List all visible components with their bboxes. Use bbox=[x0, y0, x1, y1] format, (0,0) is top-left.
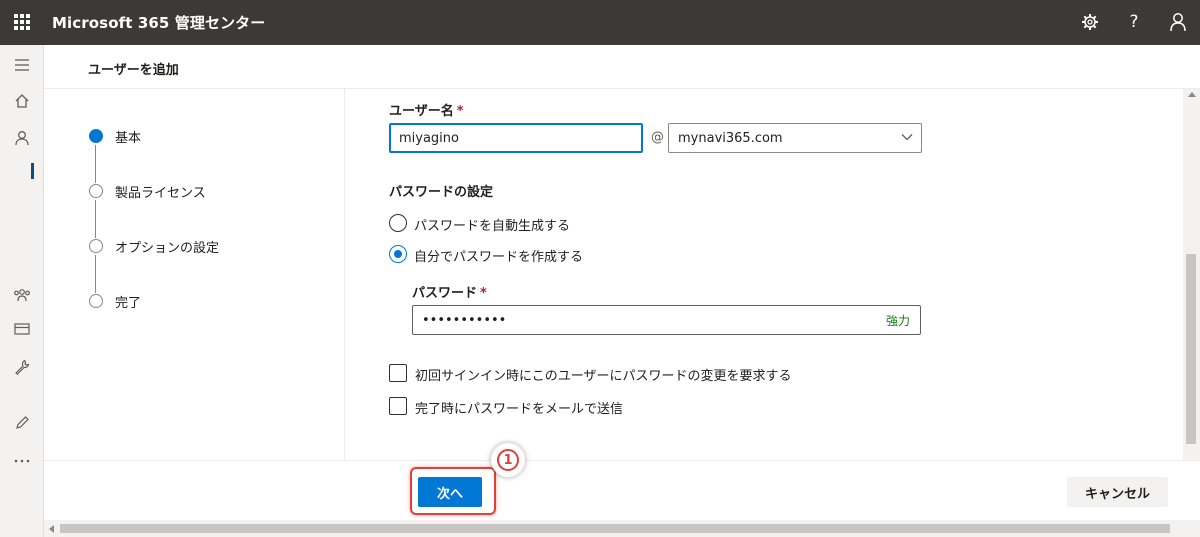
password-label: パスワード * bbox=[412, 286, 487, 301]
top-bar: Microsoft 365 管理センター ? bbox=[0, 0, 1200, 45]
billing-icon[interactable] bbox=[12, 319, 32, 339]
step-label: オプションの設定 bbox=[115, 241, 220, 256]
user-icon[interactable] bbox=[12, 128, 32, 148]
domain-dropdown[interactable]: mynavi365.com bbox=[668, 123, 922, 153]
username-input[interactable]: miyagino bbox=[389, 123, 643, 153]
password-value: ••••••••••• bbox=[422, 312, 507, 328]
checkbox[interactable] bbox=[389, 397, 407, 415]
step-dot bbox=[89, 184, 103, 198]
checkbox-email-password[interactable]: 完了時にパスワードをメールで送信 bbox=[389, 397, 889, 417]
more-icon[interactable] bbox=[12, 451, 32, 471]
step-connector bbox=[95, 145, 96, 183]
step-dot bbox=[89, 239, 103, 253]
password-strength: 強力 bbox=[885, 314, 910, 328]
chevron-down-icon bbox=[901, 130, 913, 144]
step-label: 製品ライセンス bbox=[115, 186, 206, 201]
horizontal-scrollbar[interactable] bbox=[44, 520, 1200, 537]
waffle-icon[interactable] bbox=[14, 14, 30, 30]
checkbox-label: 完了時にパスワードをメールで送信 bbox=[415, 402, 624, 417]
password-settings-title: パスワードの設定 bbox=[389, 185, 494, 200]
horizontal-scroll-thumb[interactable] bbox=[60, 524, 1170, 533]
cancel-button[interactable]: キャンセル bbox=[1067, 477, 1168, 507]
required-marker: * bbox=[456, 104, 464, 119]
step-connector bbox=[95, 255, 96, 293]
annotation-callout: 1 bbox=[491, 443, 525, 477]
radio-create-own[interactable]: 自分でパスワードを作成する bbox=[389, 244, 689, 265]
step-options[interactable]: オプションの設定 bbox=[86, 236, 326, 256]
step-connector bbox=[95, 200, 96, 238]
home-icon[interactable] bbox=[12, 91, 32, 111]
domain-value: mynavi365.com bbox=[678, 130, 783, 146]
step-dot bbox=[89, 294, 103, 308]
checkbox-require-change[interactable]: 初回サインイン時にこのユーザーにパスワードの変更を要求する bbox=[389, 364, 889, 384]
radio-label: 自分でパスワードを作成する bbox=[414, 250, 584, 265]
left-nav-rail bbox=[0, 45, 44, 537]
checkbox-label: 初回サインイン時にこのユーザーにパスワードの変更を要求する bbox=[415, 369, 792, 384]
app-title[interactable]: Microsoft 365 管理センター bbox=[52, 12, 265, 33]
step-licenses[interactable]: 製品ライセンス bbox=[86, 181, 326, 201]
scroll-up-arrow-icon[interactable] bbox=[1188, 92, 1196, 97]
hamburger-icon[interactable] bbox=[12, 55, 32, 75]
radio-auto-generate[interactable]: パスワードを自動生成する bbox=[389, 213, 689, 234]
annotation-highlight-box bbox=[410, 467, 496, 515]
scroll-left-arrow-icon[interactable] bbox=[49, 525, 54, 533]
step-dot-active bbox=[89, 129, 103, 143]
password-input[interactable]: ••••••••••• 強力 bbox=[412, 305, 921, 335]
radio-button-checked[interactable] bbox=[389, 245, 407, 263]
footer-divider bbox=[44, 460, 1200, 461]
pencil-icon[interactable] bbox=[12, 413, 32, 433]
step-label: 基本 bbox=[115, 131, 142, 146]
wrench-icon[interactable] bbox=[12, 357, 32, 377]
required-marker: * bbox=[480, 286, 487, 301]
step-finish[interactable]: 完了 bbox=[86, 291, 326, 311]
gear-icon[interactable] bbox=[1078, 10, 1102, 34]
annotation-number: 1 bbox=[497, 449, 519, 471]
column-divider bbox=[344, 89, 345, 460]
help-icon[interactable]: ? bbox=[1122, 10, 1146, 34]
checkbox[interactable] bbox=[389, 364, 407, 382]
active-nav-indicator bbox=[31, 163, 34, 179]
person-icon[interactable] bbox=[1166, 10, 1190, 34]
header-divider bbox=[44, 88, 1200, 89]
panel-title: ユーザーを追加 bbox=[88, 63, 179, 78]
vertical-scrollbar[interactable] bbox=[1183, 89, 1200, 460]
at-symbol: @ bbox=[651, 130, 664, 145]
step-label: 完了 bbox=[115, 296, 142, 311]
teams-icon[interactable] bbox=[12, 285, 32, 305]
radio-button[interactable] bbox=[389, 214, 407, 232]
username-label: ユーザー名 * bbox=[389, 104, 464, 119]
vertical-scroll-thumb[interactable] bbox=[1186, 254, 1196, 444]
step-basics[interactable]: 基本 bbox=[86, 126, 326, 146]
radio-label: パスワードを自動生成する bbox=[414, 219, 571, 234]
